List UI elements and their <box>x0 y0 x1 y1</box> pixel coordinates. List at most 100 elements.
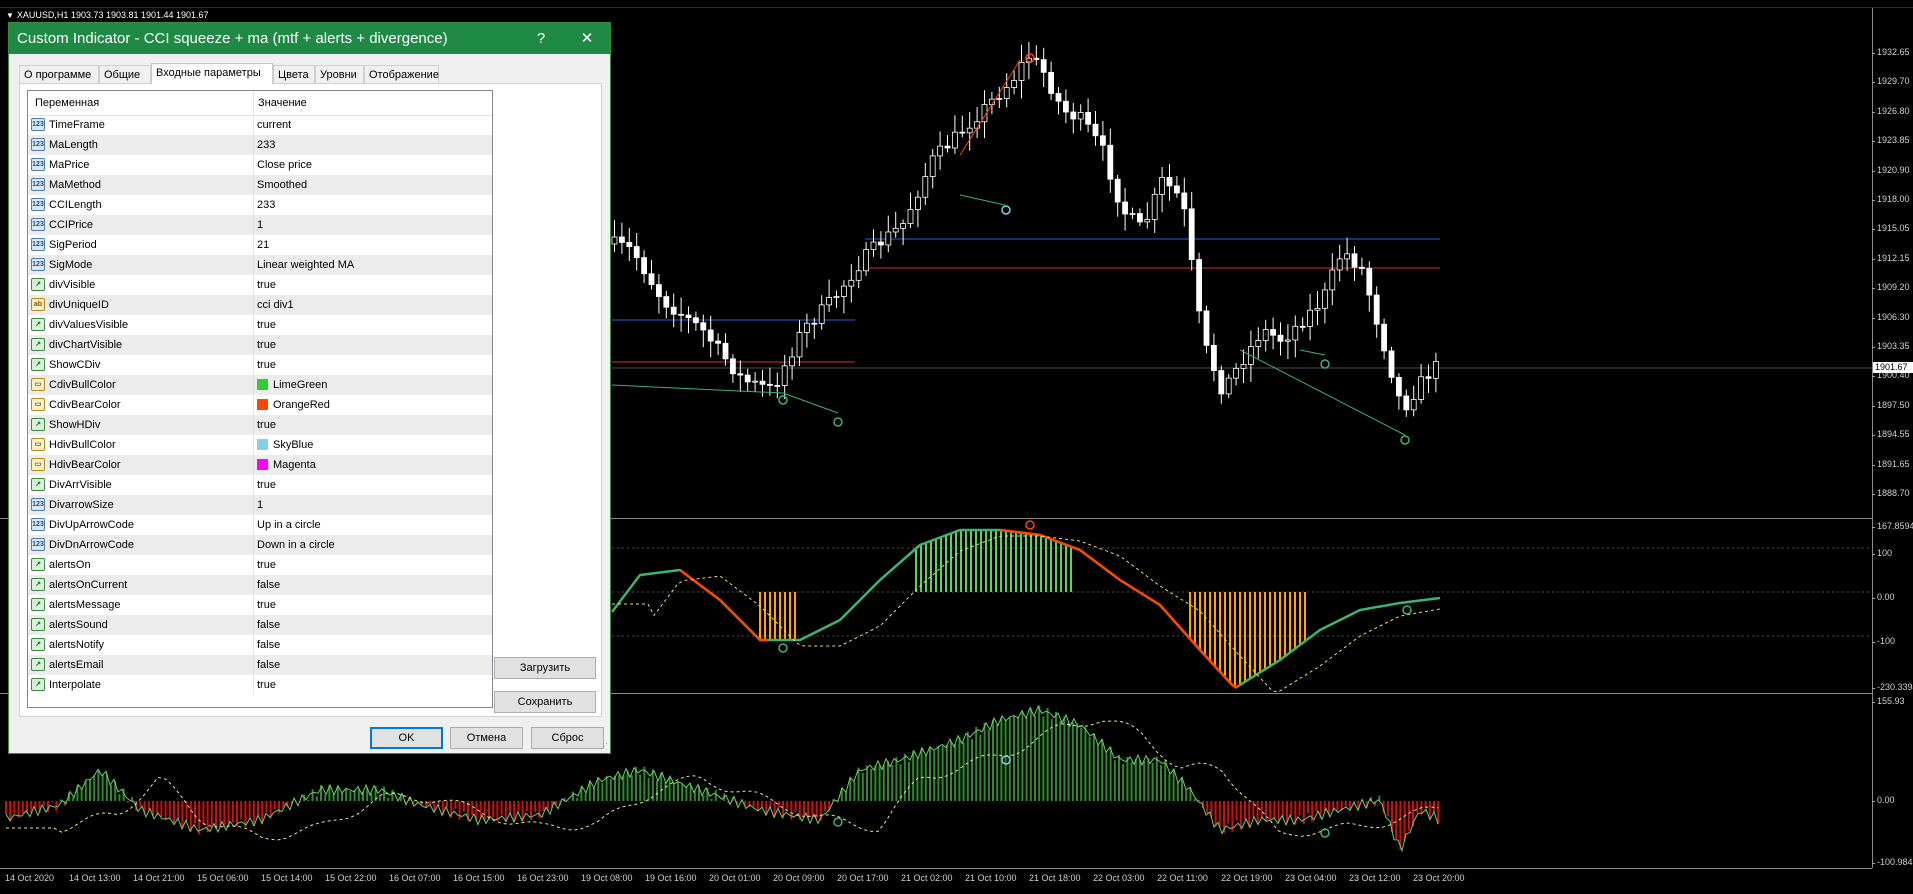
numeric-type-icon: 123 <box>31 218 45 231</box>
parameter-row[interactable]: ↗ alertsOn true <box>28 555 492 575</box>
parameter-value[interactable]: 233 <box>257 139 275 151</box>
parameter-value[interactable]: true <box>257 479 276 491</box>
parameter-value[interactable]: 21 <box>257 239 269 251</box>
parameter-row[interactable]: ↗ ShowCDiv true <box>28 355 492 375</box>
candle-body <box>722 342 729 360</box>
parameter-row[interactable]: 123 SigMode Linear weighted MA <box>28 255 492 275</box>
load-button[interactable]: Загрузить <box>494 657 596 679</box>
parameter-value[interactable]: 233 <box>257 199 275 211</box>
parameter-value[interactable]: cci div1 <box>257 299 294 311</box>
parameter-value[interactable]: false <box>257 659 280 671</box>
parameter-value[interactable]: true <box>257 339 276 351</box>
parameter-row[interactable]: ↗ alertsEmail false <box>28 655 492 675</box>
parameter-row[interactable]: ↗ Interpolate true <box>28 675 492 695</box>
parameter-row[interactable]: ↗ alertsOnCurrent false <box>28 575 492 595</box>
color-swatch[interactable] <box>257 439 268 450</box>
parameter-value[interactable]: LimeGreen <box>273 379 327 391</box>
parameter-row[interactable]: 123 CCIPrice 1 <box>28 215 492 235</box>
parameter-row[interactable]: ▭ CdivBearColor OrangeRed <box>28 395 492 415</box>
parameter-row[interactable]: 123 SigPeriod 21 <box>28 235 492 255</box>
parameter-row[interactable]: 123 MaPrice Close price <box>28 155 492 175</box>
candle-body <box>1344 253 1350 260</box>
parameter-value[interactable]: true <box>257 319 276 331</box>
candle-body <box>759 380 766 385</box>
parameter-row[interactable]: ▭ HdivBearColor Magenta <box>28 455 492 475</box>
parameter-value[interactable]: false <box>257 579 280 591</box>
parameter-row[interactable]: ↗ divValuesVisible true <box>28 315 492 335</box>
parameter-row[interactable]: ↗ ShowHDiv true <box>28 415 492 435</box>
up-arrow-circle-icon <box>1320 359 1330 369</box>
parameter-value[interactable]: Magenta <box>273 459 316 471</box>
parameter-value[interactable]: 1 <box>257 219 263 231</box>
parameter-value[interactable]: true <box>257 419 276 431</box>
parameter-row[interactable]: 123 DivDnArrowCode Down in a circle <box>28 535 492 555</box>
parameter-row[interactable]: ▭ HdivBullColor SkyBlue <box>28 435 492 455</box>
color-swatch[interactable] <box>257 459 268 470</box>
tab-5[interactable]: Отображение <box>364 65 439 83</box>
time-axis[interactable]: 14 Oct 2020 14 Oct 13:00 14 Oct 21:00 15 Oc… <box>0 868 1872 894</box>
parameter-row[interactable]: ↗ DivArrVisible true <box>28 475 492 495</box>
tab-1[interactable]: Общие <box>99 65 151 83</box>
save-button[interactable]: Сохранить <box>494 691 596 713</box>
price-axis-label: 1926.80 <box>1872 105 1910 116</box>
column-header-value[interactable]: Значение <box>258 97 307 109</box>
parameter-value[interactable]: OrangeRed <box>273 399 330 411</box>
price-axis-label: -100 <box>1871 636 1896 646</box>
close-icon[interactable]: ✕ <box>565 23 609 54</box>
up-arrow-circle-icon <box>778 395 788 405</box>
candle-body <box>693 317 699 324</box>
candle-body <box>855 270 862 281</box>
cancel-button[interactable]: Отмена <box>450 727 523 749</box>
dialog-titlebar[interactable]: Custom Indicator - CCI squeeze + ma (mtf… <box>9 23 610 54</box>
parameter-row[interactable]: ↗ alertsSound false <box>28 615 492 635</box>
resize-grip-icon[interactable]: ⋰ <box>600 742 608 751</box>
parameter-value[interactable]: true <box>257 359 276 371</box>
parameter-value[interactable]: true <box>257 279 276 291</box>
parameter-value[interactable]: true <box>257 559 276 571</box>
parameter-row[interactable]: 123 DivUpArrowCode Up in a circle <box>28 515 492 535</box>
divergence-line <box>611 384 784 394</box>
time-axis-label: 21 Oct 10:00 <box>965 873 1017 883</box>
help-button[interactable]: ? <box>519 23 563 54</box>
parameter-row[interactable]: ↗ divChartVisible true <box>28 335 492 355</box>
parameter-value[interactable]: false <box>257 619 280 631</box>
parameter-value[interactable]: 1 <box>257 499 263 511</box>
parameter-value[interactable]: Up in a circle <box>257 519 321 531</box>
parameter-row[interactable]: 123 MaMethod Smoothed <box>28 175 492 195</box>
reset-button[interactable]: Сброс <box>531 727 604 749</box>
parameter-value[interactable]: Down in a circle <box>257 539 335 551</box>
numeric-type-icon: 123 <box>31 538 45 551</box>
parameter-value[interactable]: Linear weighted MA <box>257 259 354 271</box>
parameter-row[interactable]: 123 TimeFrame current <box>28 115 492 135</box>
tab-3[interactable]: Цвета <box>273 65 315 83</box>
column-divider[interactable] <box>253 91 254 115</box>
color-swatch[interactable] <box>257 399 268 410</box>
parameter-value[interactable]: true <box>257 679 276 691</box>
time-axis-label: 23 Oct 20:00 <box>1413 873 1465 883</box>
ok-button[interactable]: OK <box>370 727 443 749</box>
parameter-value[interactable]: false <box>257 639 280 651</box>
parameter-row[interactable]: 123 CCILength 233 <box>28 195 492 215</box>
price-axis-cci[interactable]: 167.8594 100 0.00 -100 -230.3394 <box>1871 519 1913 693</box>
parameter-row[interactable]: ▭ CdivBullColor LimeGreen <box>28 375 492 395</box>
parameter-row[interactable]: 123 MaLength 233 <box>28 135 492 155</box>
tab-0[interactable]: О программе <box>19 65 99 83</box>
parameter-row[interactable]: ab divUniqueID cci div1 <box>28 295 492 315</box>
parameter-value[interactable]: current <box>257 119 291 131</box>
parameter-value[interactable]: true <box>257 599 276 611</box>
column-header-variable[interactable]: Переменная <box>35 97 99 109</box>
parameters-grid[interactable]: Переменная Значение 123 TimeFrame current 1… <box>27 90 493 708</box>
price-axis-main[interactable]: 1932.65 1929.70 1926.80 1923.85 1920.90 1918.… <box>1872 0 1913 518</box>
tab-4[interactable]: Уровни <box>315 65 364 83</box>
parameter-row[interactable]: ↗ alertsMessage true <box>28 595 492 615</box>
parameter-row[interactable]: ↗ divVisible true <box>28 275 492 295</box>
parameter-row[interactable]: 123 DivarrowSize 1 <box>28 495 492 515</box>
candle-body <box>1077 112 1084 120</box>
price-axis-histogram[interactable]: 155.93 0.00 -100.984 <box>1872 694 1913 868</box>
parameter-row[interactable]: ↗ alertsNotify false <box>28 635 492 655</box>
parameter-value[interactable]: SkyBlue <box>273 439 313 451</box>
parameter-value[interactable]: Smoothed <box>257 179 307 191</box>
tab-2[interactable]: Входные параметры <box>151 63 273 84</box>
color-swatch[interactable] <box>257 379 268 390</box>
parameter-value[interactable]: Close price <box>257 159 312 171</box>
